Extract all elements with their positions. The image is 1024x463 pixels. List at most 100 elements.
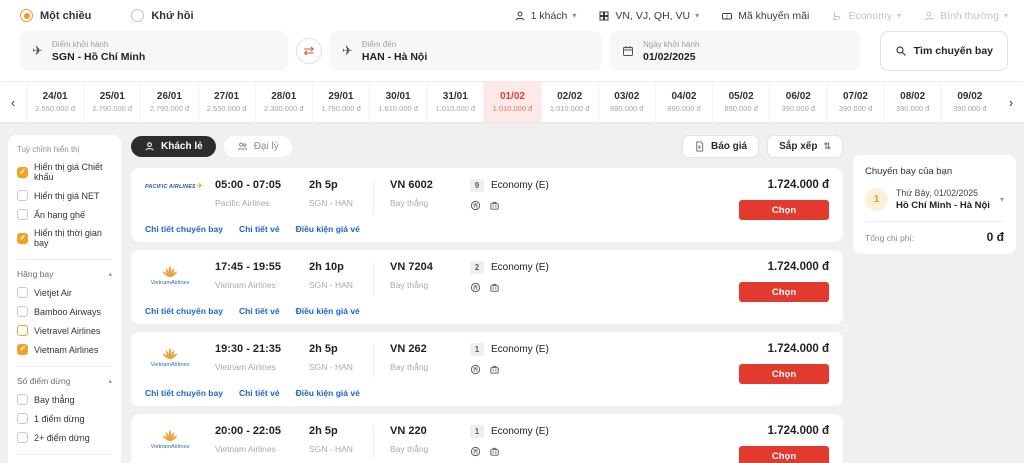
date-strip-day[interactable]: 09/02 390.000 đ: [940, 82, 998, 122]
flight-airline-name: Vietnam Airlines: [215, 280, 276, 290]
column-divider: [373, 345, 374, 377]
day-price: 2.300.000 đ: [263, 104, 304, 113]
select-flight-button[interactable]: Chọn: [739, 446, 829, 463]
stops-section-header[interactable]: Số điểm dừng ▴: [17, 376, 112, 386]
sort-button[interactable]: Sắp xếp ⇅: [767, 135, 843, 158]
flight-detail-link[interactable]: Điều kiện giá vé: [296, 224, 360, 234]
checkbox-icon: [17, 306, 28, 317]
day-price: 1.610.000 đ: [378, 104, 418, 113]
date-strip-next-button[interactable]: ›: [998, 82, 1024, 122]
quote-button-label: Báo giá: [710, 141, 748, 152]
sort-button-label: Sắp xếp: [779, 141, 818, 152]
flight-detail-link[interactable]: Chi tiết chuyến bay: [145, 224, 223, 234]
date-strip-day[interactable]: 01/02 1.010.000 đ: [483, 82, 541, 122]
departure-date-field[interactable]: Ngày khởi hành 01/02/2025: [610, 31, 860, 71]
passenger-count: 1 khách: [530, 9, 568, 22]
your-flight-panel: Chuyến bay của bạn 1 Thứ Bảy, 01/02/2025…: [853, 155, 1016, 254]
checkbox-icon: [17, 287, 28, 298]
select-flight-button[interactable]: Chọn: [739, 200, 829, 220]
day-date: 30/01: [385, 91, 411, 102]
tab-retail-customer[interactable]: Khách lẻ: [131, 136, 216, 157]
date-strip-day[interactable]: 31/01 1.010.000 đ: [426, 82, 483, 122]
date-strip-day[interactable]: 29/01 1.790.000 đ: [311, 82, 369, 122]
quote-button[interactable]: Báo giá: [681, 135, 760, 158]
person-icon: [924, 11, 934, 20]
swap-route-button[interactable]: ⇄: [296, 38, 322, 64]
date-strip-day[interactable]: 26/01 2.790.000 đ: [140, 82, 197, 122]
flight-detail-link[interactable]: Điều kiện giá vé: [296, 306, 360, 316]
flight-detail-link[interactable]: Chi tiết chuyến bay: [145, 388, 223, 398]
flight-detail-link[interactable]: Chi tiết vé: [239, 388, 280, 398]
day-price: 1.790.000 đ: [321, 104, 361, 113]
day-price: 890.000 đ: [610, 104, 644, 113]
selected-leg-row[interactable]: 1 Thứ Bảy, 01/02/2025 Hồ Chí Minh - Hà N…: [865, 188, 1004, 211]
filter-checkbox-row[interactable]: 2+ điểm dừng: [17, 432, 112, 443]
day-price: 2.550.000 đ: [206, 104, 247, 113]
date-strip-day[interactable]: 30/01 1.610.000 đ: [369, 82, 426, 122]
date-strip-day[interactable]: 08/02 390.000 đ: [883, 82, 941, 122]
column-divider: [373, 181, 374, 213]
trip-type-roundtrip-label: Khứ hồi: [151, 9, 194, 22]
day-price: 890.000 đ: [667, 104, 701, 113]
flight-detail-link[interactable]: Chi tiết vé: [239, 306, 280, 316]
promo-code-button[interactable]: Mã khuyến mãi: [721, 10, 809, 22]
flight-airline-name: Vietnam Airlines: [215, 444, 276, 454]
filter-checkbox-row[interactable]: Bay thẳng: [17, 394, 112, 405]
filter-checkbox-row[interactable]: 1 điểm dừng: [17, 413, 112, 424]
flight-duration: 2h 5p: [309, 425, 338, 437]
checkbox-icon: [17, 394, 28, 405]
airlines-section-header[interactable]: Hãng bay ▴: [17, 269, 112, 279]
date-strip-day[interactable]: 04/02 890.000 đ: [654, 82, 712, 122]
airline-logo: PACIFIC AIRLINES: [145, 182, 196, 190]
tab-agency[interactable]: Đại lý: [223, 136, 292, 157]
filter-checkbox-row[interactable]: Vietjet Air: [17, 287, 112, 298]
seats-left-badge: 2: [470, 261, 484, 274]
display-options-title: Tuỳ chỉnh hiển thị: [17, 145, 80, 154]
filter-checkbox-row[interactable]: Vietnam Airlines: [17, 344, 112, 355]
search-flights-button[interactable]: Tìm chuyến bay: [879, 31, 1008, 71]
airline-codes-selector[interactable]: VN, VJ, QH, VU ▾: [598, 10, 699, 22]
date-strip-day[interactable]: 05/02 890.000 đ: [712, 82, 769, 122]
date-strip-day[interactable]: 03/02 890.000 đ: [597, 82, 655, 122]
trip-type-roundtrip[interactable]: Khứ hồi: [131, 9, 194, 22]
filter-checkbox-label: 2+ điểm dừng: [34, 432, 90, 443]
lotus-icon: [162, 347, 178, 360]
seats-left-badge: 1: [470, 425, 484, 438]
filter-checkbox-row[interactable]: Bamboo Airways: [17, 306, 112, 317]
date-strip-day[interactable]: 27/01 2.550.000 đ: [197, 82, 255, 122]
filter-checkbox-row[interactable]: Hiển thị thời gian bay: [17, 228, 112, 248]
flight-stops: Bay thẳng: [390, 280, 429, 290]
flight-detail-link[interactable]: Điều kiện giá vé: [296, 388, 360, 398]
column-divider: [373, 427, 374, 459]
flight-detail-link[interactable]: Chi tiết vé: [239, 224, 280, 234]
date-strip-day[interactable]: 25/01 2.790.000 đ: [83, 82, 140, 122]
filter-checkbox-row[interactable]: Ẩn hạng ghế: [17, 209, 112, 220]
checkbox-icon: [17, 166, 28, 178]
date-strip-day[interactable]: 07/02 390.000 đ: [826, 82, 883, 122]
destination-field[interactable]: ✈ Điểm đến HAN - Hà Nội: [330, 31, 602, 71]
date-strip-day[interactable]: 24/01 2.550.000 đ: [26, 82, 83, 122]
fare-type-selector[interactable]: Bình thường ▾: [923, 10, 1008, 22]
trip-type-oneway[interactable]: Một chiều: [20, 9, 91, 22]
select-flight-button[interactable]: Chọn: [739, 364, 829, 384]
select-flight-button[interactable]: Chọn: [739, 282, 829, 302]
date-strip-day[interactable]: 28/01 2.300.000 đ: [254, 82, 312, 122]
flight-route: SGN - HAN: [309, 198, 353, 208]
date-strip-prev-button[interactable]: ‹: [0, 82, 26, 122]
cabin-class-selector[interactable]: Economy ▾: [831, 10, 901, 22]
checkbox-icon: [17, 344, 28, 355]
results-toolbar: Khách lẻ Đại lý Báo giá Sắp xếp ⇅: [131, 135, 843, 158]
day-date: 24/01: [42, 91, 68, 102]
search-flights-label: Tìm chuyến bay: [913, 45, 993, 57]
flight-detail-link[interactable]: Chi tiết chuyến bay: [145, 306, 223, 316]
date-strip-day[interactable]: 02/02 1.010.000 đ: [540, 82, 598, 122]
filter-checkbox-row[interactable]: Hiển thị giá NET: [17, 190, 112, 201]
day-price: 390.000 đ: [838, 104, 873, 113]
filter-checkbox-row[interactable]: Hiển thị giá Chiết khấu: [17, 162, 112, 182]
filter-checkbox-row[interactable]: Vietravel Airlines: [17, 325, 112, 336]
flight-duration: 2h 5p: [309, 343, 338, 355]
origin-field[interactable]: ✈ Điểm khởi hành SGN - Hồ Chí Minh: [20, 31, 288, 71]
passenger-selector[interactable]: 1 khách ▾: [514, 9, 576, 22]
airline-codes-value: VN, VJ, QH, VU: [615, 9, 691, 22]
date-strip-day[interactable]: 06/02 390.000 đ: [769, 82, 826, 122]
